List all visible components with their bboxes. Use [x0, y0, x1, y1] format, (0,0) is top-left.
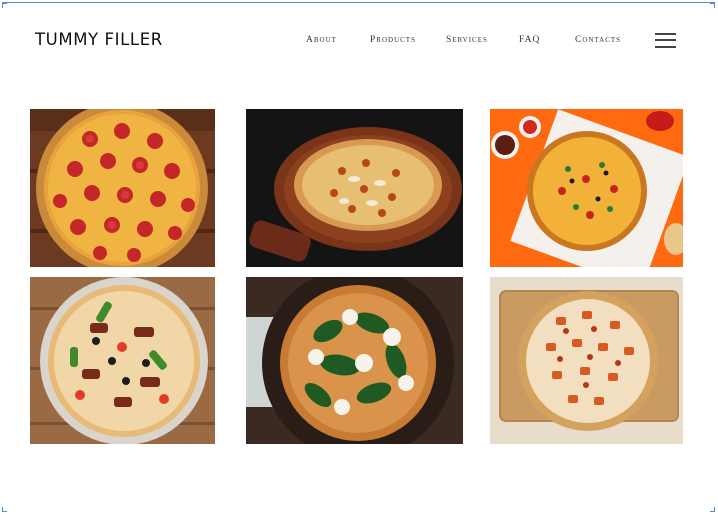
gallery-photo-chicken-pizza[interactable] [490, 277, 683, 444]
hamburger-menu-button[interactable] [655, 32, 676, 48]
gallery-photo-spinach-pizza[interactable] [246, 277, 463, 444]
frame-corner [2, 3, 7, 8]
hamburger-icon [655, 46, 676, 48]
hamburger-icon [655, 33, 676, 35]
nav-products-link[interactable]: Products [370, 35, 416, 45]
gallery-photo-vegetable-pizza[interactable] [30, 277, 215, 444]
hamburger-icon [655, 39, 676, 41]
gallery-photo-pizza-on-board[interactable] [246, 109, 463, 267]
gallery-photo-pizza-orange-table[interactable] [490, 109, 683, 267]
site-logo[interactable]: TUMMY FILLER [35, 30, 163, 49]
frame-corner [710, 3, 715, 8]
gallery-photo-pepperoni-pizza[interactable] [30, 109, 215, 267]
nav-faq-link[interactable]: FAQ [519, 35, 540, 45]
frame-corner [2, 507, 7, 512]
nav-about-link[interactable]: About [306, 35, 337, 45]
nav-services-link[interactable]: Services [446, 35, 488, 45]
frame-corner [710, 507, 715, 512]
nav-contacts-link[interactable]: Contacts [575, 35, 621, 45]
